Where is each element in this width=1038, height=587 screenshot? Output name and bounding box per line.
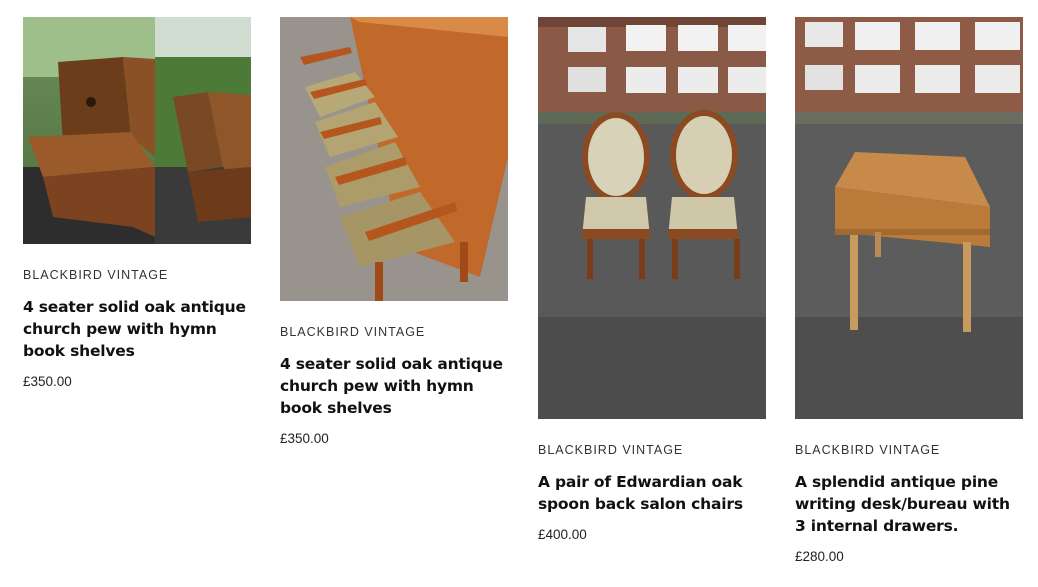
product-price: £350.00 xyxy=(23,374,72,389)
product-title[interactable]: 4 seater solid oak antique church pew wi… xyxy=(23,296,251,362)
product-title[interactable]: A pair of Edwardian oak spoon back salon… xyxy=(538,471,766,515)
product-card[interactable]: BLACKBIRD VINTAGE 4 seater solid oak ant… xyxy=(280,17,508,447)
product-price: £400.00 xyxy=(538,527,587,542)
product-vendor: BLACKBIRD VINTAGE xyxy=(280,325,426,339)
product-vendor: BLACKBIRD VINTAGE xyxy=(795,443,941,457)
product-price: £350.00 xyxy=(280,431,329,446)
product-vendor: BLACKBIRD VINTAGE xyxy=(538,443,684,457)
product-card[interactable]: BLACKBIRD VINTAGE A splendid antique pin… xyxy=(795,17,1023,565)
product-title[interactable]: A splendid antique pine writing desk/bur… xyxy=(795,471,1023,537)
product-image[interactable] xyxy=(795,17,1023,419)
product-image[interactable] xyxy=(280,17,508,301)
product-price: £280.00 xyxy=(795,549,844,564)
product-title[interactable]: 4 seater solid oak antique church pew wi… xyxy=(280,353,508,419)
product-card[interactable]: BLACKBIRD VINTAGE A pair of Edwardian oa… xyxy=(538,17,766,543)
product-image[interactable] xyxy=(538,17,766,419)
product-card[interactable]: BLACKBIRD VINTAGE 4 seater solid oak ant… xyxy=(23,17,251,390)
product-vendor: BLACKBIRD VINTAGE xyxy=(23,268,169,282)
product-image[interactable] xyxy=(23,17,251,244)
